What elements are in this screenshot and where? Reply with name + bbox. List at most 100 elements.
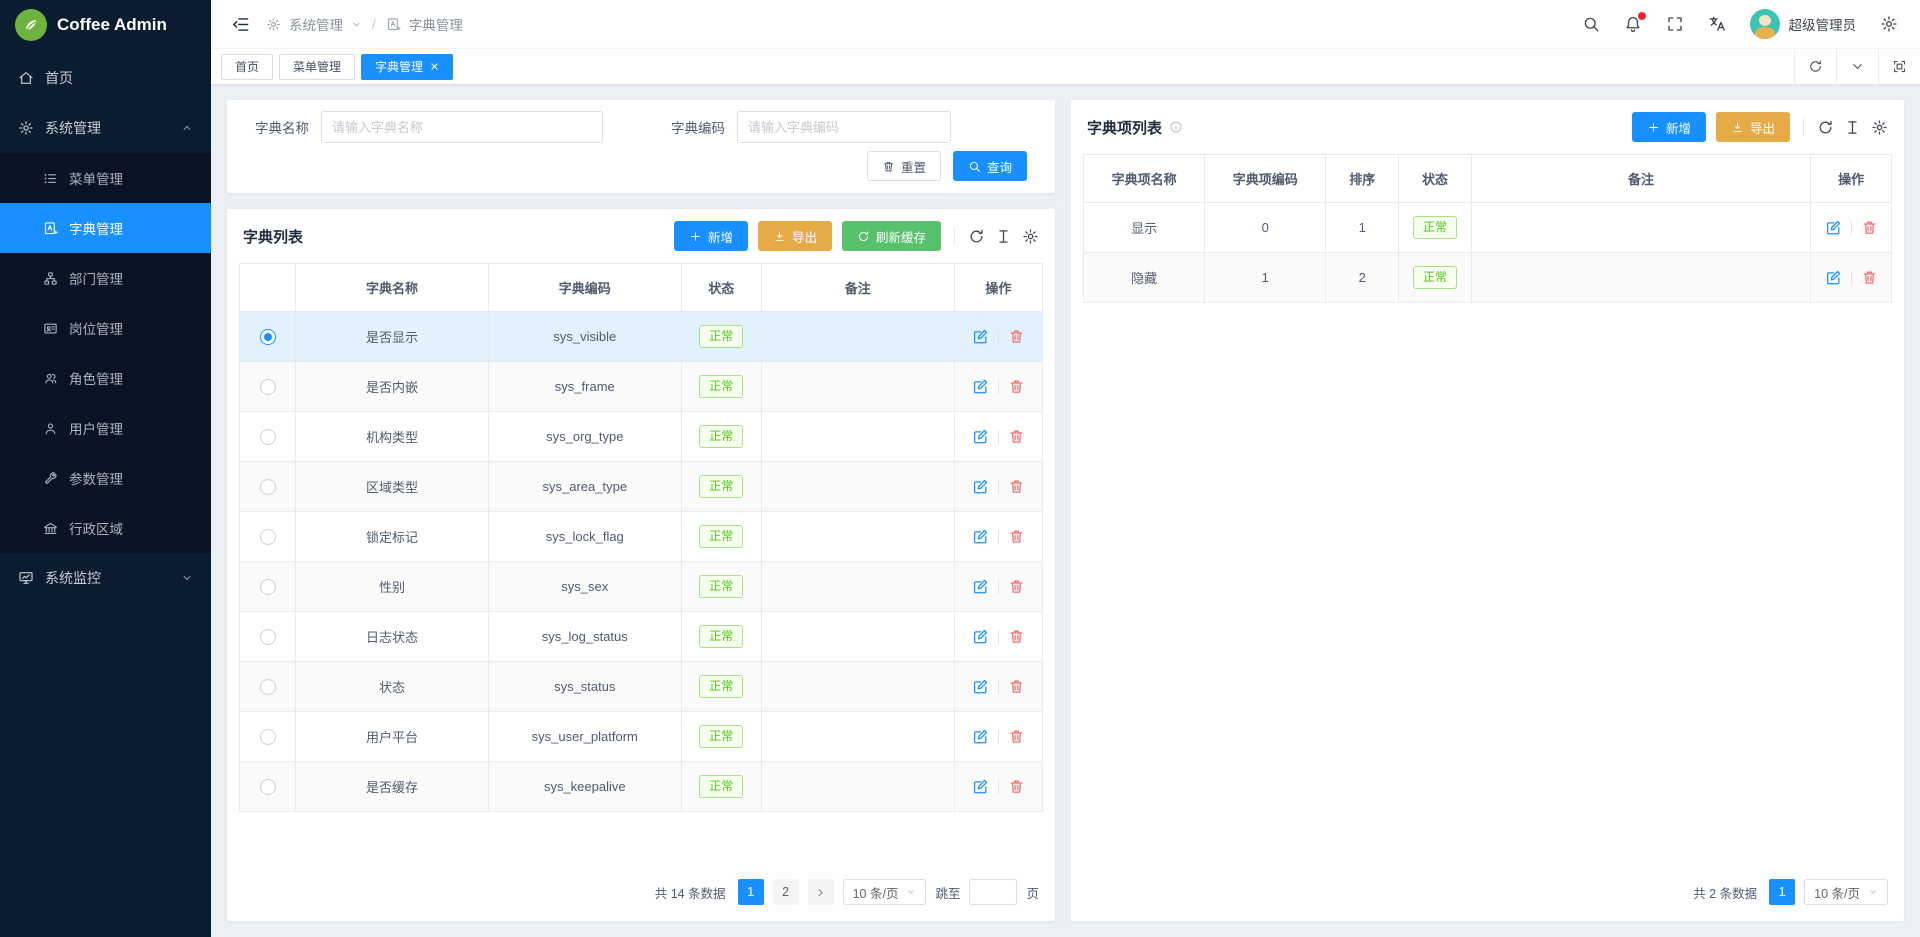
row-radio[interactable] (260, 729, 276, 745)
table-row[interactable]: 是否内嵌 sys_frame 正常 (240, 362, 1043, 412)
export-dict-button[interactable]: 导出 (758, 221, 832, 251)
edit-icon[interactable] (972, 378, 989, 395)
table-row[interactable]: 锁定标记 sys_lock_flag 正常 (240, 512, 1043, 562)
tab-options-button[interactable] (1836, 49, 1878, 84)
delete-icon[interactable] (1861, 269, 1878, 286)
sidebar-item-dict-management[interactable]: 字典管理 (0, 203, 211, 253)
row-radio[interactable] (260, 779, 276, 795)
tab-dict-management[interactable]: 字典管理 (361, 54, 453, 80)
page-size-select[interactable]: 10 条/页 (1804, 879, 1888, 905)
breadcrumb-separator: / (372, 17, 376, 32)
edit-icon[interactable] (972, 478, 989, 495)
tabbar-controls (1794, 49, 1920, 84)
tab-menu-management[interactable]: 菜单管理 (279, 54, 355, 80)
sidebar-item-system-management[interactable]: 系统管理 (0, 103, 211, 153)
delete-icon[interactable] (1008, 428, 1025, 445)
jump-page-input[interactable] (969, 879, 1017, 905)
radio-column-header (240, 264, 296, 312)
next-page-button[interactable] (808, 879, 834, 905)
row-radio[interactable] (260, 679, 276, 695)
refresh-tab-button[interactable] (1794, 49, 1836, 84)
content-fullscreen-button[interactable] (1878, 49, 1920, 84)
edit-icon[interactable] (972, 728, 989, 745)
dict-name-input[interactable] (321, 111, 603, 143)
edit-icon[interactable] (972, 578, 989, 595)
edit-icon[interactable] (972, 778, 989, 795)
delete-icon[interactable] (1008, 678, 1025, 695)
edit-icon[interactable] (972, 678, 989, 695)
table-row[interactable]: 日志状态 sys_log_status 正常 (240, 612, 1043, 662)
table-row[interactable]: 机构类型 sys_org_type 正常 (240, 412, 1043, 462)
dict-code-input[interactable] (737, 111, 951, 143)
dict-table: 字典名称 字典编码 状态 备注 操作 是否显示 sys_vis (239, 263, 1043, 812)
column-height-icon[interactable] (995, 228, 1012, 245)
delete-icon[interactable] (1008, 378, 1025, 395)
sidebar-item-system-monitor[interactable]: 系统监控 (0, 553, 211, 603)
delete-icon[interactable] (1008, 578, 1025, 595)
page-button-1[interactable]: 1 (1769, 879, 1795, 905)
refresh-cache-button[interactable]: 刷新缓存 (842, 221, 941, 251)
edit-icon[interactable] (972, 428, 989, 445)
notification-button[interactable] (1624, 15, 1642, 33)
row-radio[interactable] (260, 629, 276, 645)
user-menu[interactable]: 超级管理员 (1750, 9, 1857, 39)
reset-button[interactable]: 重置 (867, 151, 941, 181)
delete-icon[interactable] (1008, 528, 1025, 545)
edit-icon[interactable] (1825, 219, 1842, 236)
menu-fold-icon[interactable] (231, 15, 250, 34)
sidebar-item-post-management[interactable]: 岗位管理 (0, 303, 211, 353)
sidebar-item-admin-region[interactable]: 行政区域 (0, 503, 211, 553)
row-radio[interactable] (260, 579, 276, 595)
row-radio[interactable] (260, 429, 276, 445)
settings-gear-icon[interactable] (1880, 15, 1898, 33)
table-row[interactable]: 隐藏 1 2 正常 (1084, 253, 1892, 303)
sidebar-item-role-management[interactable]: 角色管理 (0, 353, 211, 403)
tab-home[interactable]: 首页 (221, 54, 273, 80)
page-size-select[interactable]: 10 条/页 (843, 879, 927, 905)
delete-icon[interactable] (1008, 478, 1025, 495)
add-item-button[interactable]: 新增 (1632, 112, 1706, 142)
delete-icon[interactable] (1861, 219, 1878, 236)
refresh-table-icon[interactable] (968, 228, 985, 245)
delete-icon[interactable] (1008, 628, 1025, 645)
translate-icon[interactable] (1708, 15, 1726, 33)
sidebar-item-param-management[interactable]: 参数管理 (0, 453, 211, 503)
table-row[interactable]: 是否显示 sys_visible 正常 (240, 312, 1043, 362)
edit-icon[interactable] (1825, 269, 1842, 286)
close-icon[interactable] (430, 62, 439, 71)
refresh-table-icon[interactable] (1817, 119, 1834, 136)
row-radio[interactable] (260, 529, 276, 545)
edit-icon[interactable] (972, 328, 989, 345)
table-settings-gear-icon[interactable] (1022, 228, 1039, 245)
avatar (1750, 9, 1780, 39)
breadcrumb-item-system[interactable]: 系统管理 (289, 14, 343, 34)
table-row[interactable]: 性别 sys_sex 正常 (240, 562, 1043, 612)
row-radio[interactable] (260, 379, 276, 395)
table-row[interactable]: 显示 0 1 正常 (1084, 203, 1892, 253)
sidebar-item-home[interactable]: 首页 (0, 53, 211, 103)
delete-icon[interactable] (1008, 328, 1025, 345)
query-button[interactable]: 查询 (953, 151, 1027, 181)
sidebar-item-dept-management[interactable]: 部门管理 (0, 253, 211, 303)
table-row[interactable]: 用户平台 sys_user_platform 正常 (240, 712, 1043, 762)
edit-icon[interactable] (972, 628, 989, 645)
export-item-button[interactable]: 导出 (1716, 112, 1790, 142)
edit-icon[interactable] (972, 528, 989, 545)
column-height-icon[interactable] (1844, 119, 1861, 136)
table-settings-gear-icon[interactable] (1871, 119, 1888, 136)
search-icon[interactable] (1582, 15, 1600, 33)
fullscreen-icon[interactable] (1666, 15, 1684, 33)
chevron-down-icon (1868, 887, 1878, 897)
table-row[interactable]: 状态 sys_status 正常 (240, 662, 1043, 712)
sidebar-item-menu-management[interactable]: 菜单管理 (0, 153, 211, 203)
table-row[interactable]: 区域类型 sys_area_type 正常 (240, 462, 1043, 512)
row-radio[interactable] (260, 329, 276, 345)
page-button-1[interactable]: 1 (738, 879, 764, 905)
table-row[interactable]: 是否缓存 sys_keepalive 正常 (240, 762, 1043, 812)
delete-icon[interactable] (1008, 728, 1025, 745)
page-button-2[interactable]: 2 (773, 879, 799, 905)
sidebar-item-user-management[interactable]: 用户管理 (0, 403, 211, 453)
delete-icon[interactable] (1008, 778, 1025, 795)
add-dict-button[interactable]: 新增 (674, 221, 748, 251)
row-radio[interactable] (260, 479, 276, 495)
